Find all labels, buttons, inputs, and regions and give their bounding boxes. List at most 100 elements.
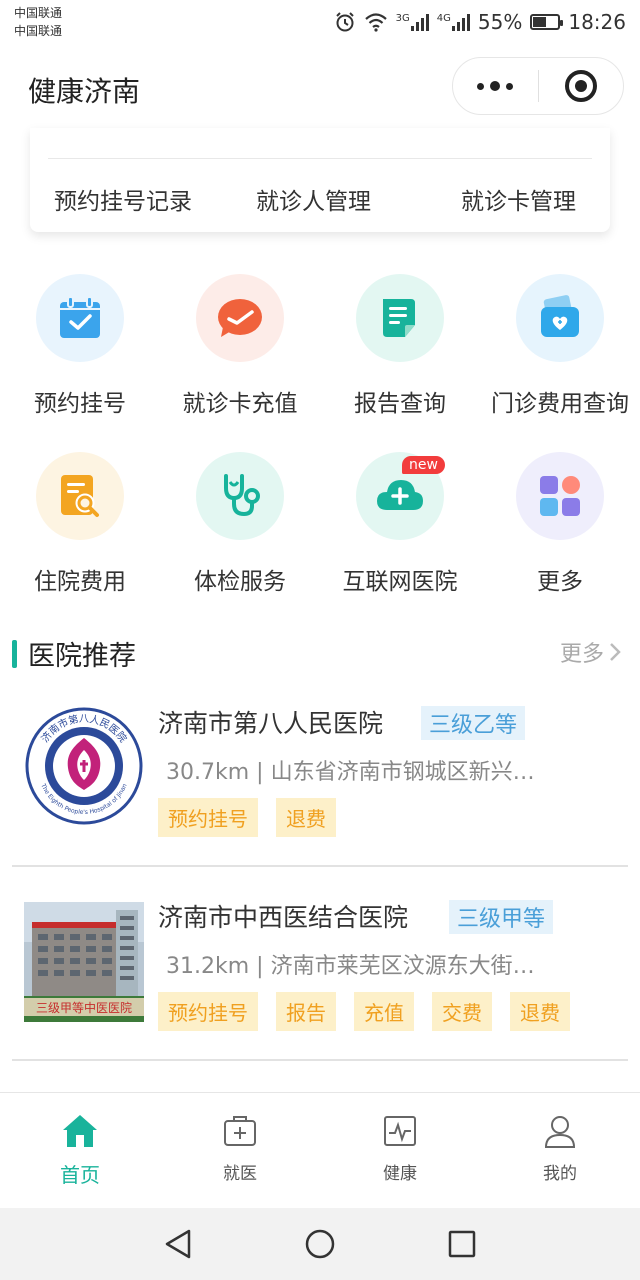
wifi-icon — [364, 13, 387, 32]
function-label: 住院费用 — [34, 569, 126, 595]
level-badge: 三级乙等 — [421, 706, 526, 740]
net-type-2: 4G — [436, 13, 451, 24]
hospital-emblem-icon: 济南市第八人民医院 The Eighth People's Hospital o… — [25, 707, 143, 825]
wallet-check-icon — [196, 274, 284, 362]
signal-bars-icon — [451, 13, 470, 31]
tab-home[interactable]: 首页 — [0, 1111, 160, 1188]
hospital-address: 30.7km | 山东省济南市钢城区新兴… — [166, 754, 576, 786]
home-icon — [0, 1111, 160, 1151]
hospital-logo: 济南市第八人民医院 The Eighth People's Hospital o… — [24, 706, 144, 826]
function-card-recharge[interactable]: 就诊卡充值 — [160, 256, 320, 417]
recents-square-icon — [448, 1230, 476, 1258]
patient-management-link[interactable]: 就诊人管理 — [256, 182, 371, 216]
title-bar: 健康济南 — [0, 44, 640, 128]
tab-label: 首页 — [60, 1163, 100, 1187]
medical-kit-icon — [160, 1111, 320, 1151]
emblem-year: 1956 — [75, 796, 93, 804]
tag-refund[interactable]: 退费 — [276, 798, 336, 837]
stethoscope-icon — [196, 452, 284, 540]
function-appointment[interactable]: 预约挂号 — [0, 256, 160, 417]
battery-percent: 55% — [477, 10, 523, 34]
status-icons: 3G 4G 55% 18:26 — [334, 8, 626, 36]
chevron-right-icon — [610, 643, 621, 661]
function-label: 预约挂号 — [34, 391, 126, 417]
medical-fee-icon — [516, 274, 604, 362]
mini-program-capsule — [452, 57, 624, 115]
close-button[interactable] — [539, 58, 624, 114]
page-title: 健康济南 — [28, 75, 141, 108]
tag-appointment[interactable]: 预约挂号 — [158, 992, 258, 1031]
hospital-street: 山东省济南市钢城区新兴… — [270, 760, 535, 785]
hospital-address: 31.2km | 济南市莱芜区汶源东大街… — [166, 948, 576, 980]
tab-health[interactable]: 健康 — [320, 1111, 480, 1184]
back-triangle-icon — [165, 1229, 191, 1259]
back-button[interactable] — [160, 1226, 196, 1262]
battery-fill — [533, 17, 547, 27]
function-outpatient-fee[interactable]: 门诊费用查询 — [480, 256, 640, 417]
card-divider — [48, 158, 592, 159]
hospital-name: 济南市中西医结合医院 — [158, 903, 409, 932]
new-badge: new — [402, 456, 445, 474]
row-divider — [12, 865, 628, 867]
system-nav-bar — [0, 1208, 640, 1280]
service-tags: 预约挂号 退费 — [158, 798, 336, 837]
clock: 18:26 — [568, 10, 626, 34]
function-label: 就诊卡充值 — [182, 391, 298, 417]
document-search-icon — [36, 452, 124, 540]
address-separator: | — [256, 954, 264, 979]
function-label: 更多 — [537, 569, 583, 595]
home-button[interactable] — [302, 1226, 338, 1262]
hospital-building-image: 三级甲等中医医院 — [24, 902, 144, 1022]
quick-links-card: 预约挂号记录 就诊人管理 就诊卡管理 — [30, 128, 610, 232]
function-checkup-service[interactable]: 体检服务 — [160, 434, 320, 595]
carrier-2: 中国联通 — [14, 24, 63, 38]
hospital-photo: 三级甲等中医医院 — [24, 902, 144, 1022]
battery-icon — [530, 14, 564, 30]
tab-label: 我的 — [543, 1164, 577, 1184]
carrier-1: 中国联通 — [14, 6, 63, 20]
service-tags: 预约挂号 报告 充值 交费 退费 — [158, 992, 570, 1031]
tab-label: 健康 — [383, 1164, 417, 1184]
photo-caption: 三级甲等中医医院 — [36, 1000, 132, 1015]
report-icon — [356, 274, 444, 362]
tag-appointment[interactable]: 预约挂号 — [158, 798, 258, 837]
row-divider — [12, 1059, 628, 1061]
signal-3g: 3G — [396, 13, 429, 31]
function-label: 体检服务 — [194, 569, 286, 595]
more-button[interactable] — [453, 58, 538, 114]
signal-4g: 4G — [437, 13, 470, 31]
target-icon — [564, 70, 597, 102]
level-badge: 三级甲等 — [449, 900, 554, 934]
hospital-item[interactable]: 济南市第八人民医院 The Eighth People's Hospital o… — [0, 686, 640, 867]
function-more[interactable]: 更多 — [480, 434, 640, 595]
tag-payment[interactable]: 交费 — [432, 992, 492, 1031]
appointment-records-link[interactable]: 预约挂号记录 — [54, 182, 192, 216]
address-separator: | — [256, 760, 264, 785]
function-inpatient-fee[interactable]: 住院费用 — [0, 434, 160, 595]
tab-medical[interactable]: 就医 — [160, 1111, 320, 1184]
hospital-name: 济南市第八人民医院 — [158, 709, 384, 738]
tab-mine[interactable]: 我的 — [480, 1111, 640, 1184]
net-type-1: 3G — [395, 13, 410, 24]
bottom-tab-bar: 首页 就医 健康 我的 — [0, 1092, 640, 1208]
hospital-item[interactable]: 三级甲等中医医院 济南市中西医结合医院 三级甲等 31.2km | 济南市莱芜区… — [0, 880, 640, 1061]
tag-report[interactable]: 报告 — [276, 992, 336, 1031]
hospital-distance: 31.2km — [166, 954, 250, 979]
function-report-query[interactable]: 报告查询 — [320, 256, 480, 417]
tab-label: 就医 — [223, 1164, 257, 1184]
tag-refund[interactable]: 退费 — [510, 992, 570, 1031]
function-label: 门诊费用查询 — [491, 391, 629, 417]
alarm-icon — [335, 12, 354, 32]
section-more-link[interactable]: 更多 — [560, 636, 622, 668]
signal-bars-icon — [410, 13, 429, 31]
home-circle-icon — [305, 1229, 335, 1259]
more-dots-icon — [477, 81, 514, 91]
card-management-link[interactable]: 就诊卡管理 — [461, 182, 576, 216]
tag-recharge[interactable]: 充值 — [354, 992, 414, 1031]
carrier-info: 中国联通 中国联通 — [14, 4, 62, 40]
calendar-check-icon — [36, 274, 124, 362]
section-title: 医院推荐 — [28, 641, 136, 672]
recents-button[interactable] — [444, 1226, 480, 1262]
function-internet-hospital[interactable]: 互联网医院 — [320, 434, 480, 595]
hospital-recommend-header: 医院推荐 更多 — [0, 632, 640, 676]
